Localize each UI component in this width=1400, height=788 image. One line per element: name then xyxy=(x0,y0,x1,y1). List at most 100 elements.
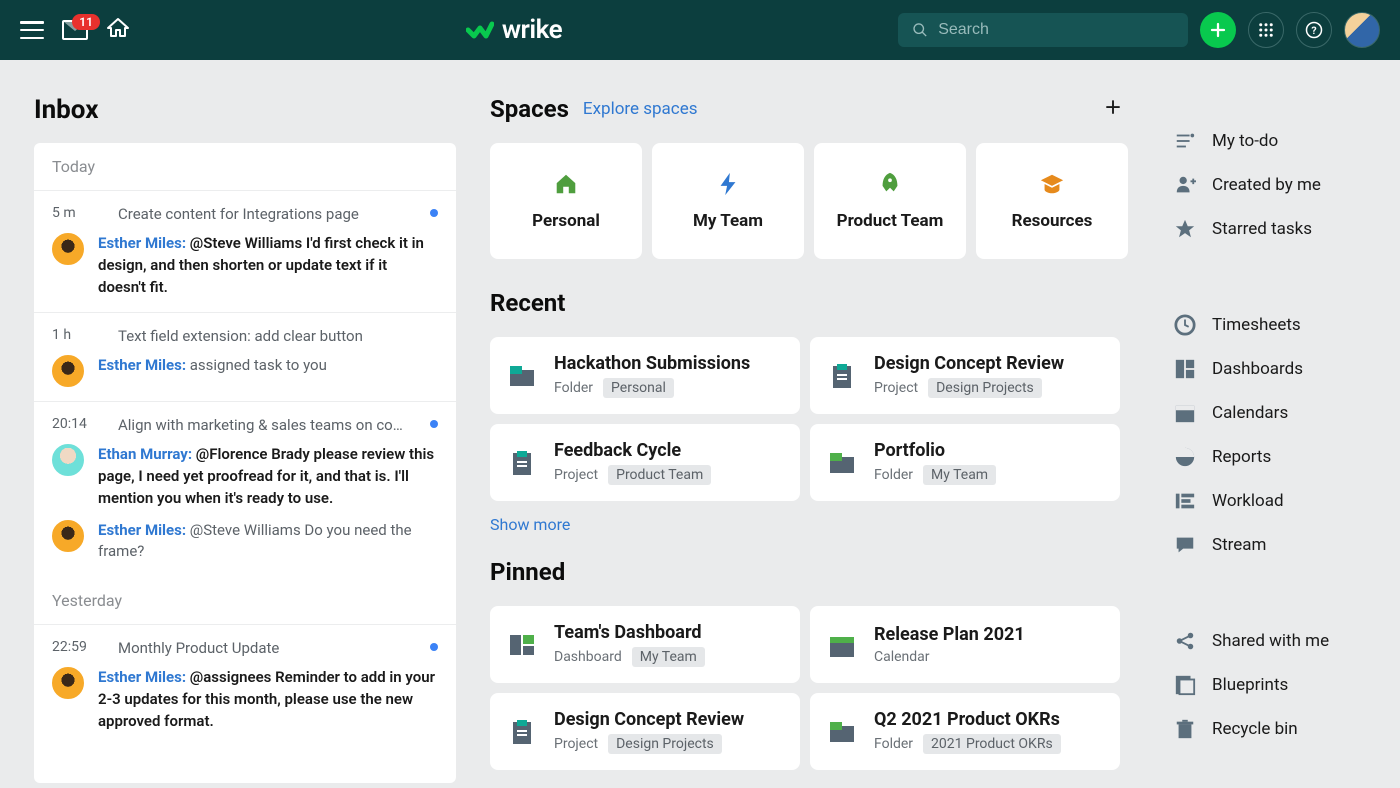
nav-label: Reports xyxy=(1212,447,1271,467)
search-box[interactable] xyxy=(898,13,1188,47)
item-type: Folder xyxy=(874,467,913,483)
inbox-item[interactable]: 22:59 Monthly Product Update Esther Mile… xyxy=(34,624,456,746)
nav-created-by-me[interactable]: Created by me xyxy=(1174,174,1400,196)
unread-dot-icon xyxy=(430,643,438,651)
nav-timesheets[interactable]: Timesheets xyxy=(1174,314,1400,336)
help-button[interactable]: ? xyxy=(1296,12,1332,48)
nav-label: Calendars xyxy=(1212,403,1288,423)
item-info: Portfolio Folder My Team xyxy=(874,440,1102,485)
nav-shared-with-me[interactable]: Shared with me xyxy=(1174,630,1400,652)
clipboard-icon xyxy=(828,362,856,390)
nav-label: Dashboards xyxy=(1212,359,1303,379)
show-more-link[interactable]: Show more xyxy=(490,515,570,534)
nav-icon xyxy=(1174,218,1196,240)
right-nav: My to-do Created by me Starred tasks Tim… xyxy=(1130,60,1400,788)
nav-dashboards[interactable]: Dashboards xyxy=(1174,358,1400,380)
folder-green-icon xyxy=(828,718,856,746)
item-card[interactable]: Design Concept Review Project Design Pro… xyxy=(490,693,800,770)
inbox-button[interactable]: 11 xyxy=(62,20,88,40)
plus-icon xyxy=(1104,98,1122,116)
inbox-subject: Create content for Integrations page xyxy=(118,205,438,223)
user-avatar[interactable] xyxy=(1344,12,1380,48)
header-right: ? xyxy=(898,12,1380,48)
inbox-item[interactable]: 20:14 Align with marketing & sales teams… xyxy=(34,401,456,577)
nav-gap xyxy=(1174,262,1400,292)
explore-spaces-link[interactable]: Explore spaces xyxy=(583,99,698,119)
space-card-my-team[interactable]: My Team xyxy=(652,143,804,259)
help-icon: ? xyxy=(1305,21,1323,39)
item-tag: My Team xyxy=(923,465,996,485)
inbox-item[interactable]: 5 m Create content for Integrations page… xyxy=(34,190,456,312)
nav-icon xyxy=(1174,314,1196,336)
inbox-subject: Monthly Product Update xyxy=(118,639,438,657)
rocket-icon xyxy=(877,171,903,197)
space-name: Resources xyxy=(1012,211,1093,231)
item-info: Q2 2021 Product OKRs Folder 2021 Product… xyxy=(874,709,1102,754)
folder-green-icon xyxy=(828,449,856,477)
nav-calendars[interactable]: Calendars xyxy=(1174,402,1400,424)
item-title: Portfolio xyxy=(874,440,1102,461)
item-card[interactable]: Q2 2021 Product OKRs Folder 2021 Product… xyxy=(810,693,1120,770)
avatar-icon xyxy=(52,233,84,265)
nav-icon xyxy=(1174,174,1196,196)
nav-icon xyxy=(1174,402,1196,424)
nav-label: Starred tasks xyxy=(1212,219,1312,239)
inbox-item[interactable]: 1 h Text field extension: add clear butt… xyxy=(34,312,456,401)
item-meta: Calendar xyxy=(874,649,1102,665)
hamburger-menu-icon[interactable] xyxy=(20,21,44,39)
avatar-icon xyxy=(52,444,84,476)
brand-logo: wrike xyxy=(466,15,562,45)
space-name: Personal xyxy=(532,211,600,231)
item-card[interactable]: Feedback Cycle Project Product Team xyxy=(490,424,800,501)
add-space-button[interactable] xyxy=(1104,98,1122,120)
apps-button[interactable] xyxy=(1248,12,1284,48)
inbox-time: 1 h xyxy=(52,327,94,345)
inbox-time: 5 m xyxy=(52,205,94,223)
recent-title: Recent xyxy=(490,289,565,317)
pinned-title: Pinned xyxy=(490,558,565,586)
space-card-product-team[interactable]: Product Team xyxy=(814,143,966,259)
inbox-card: Today 5 m Create content for Integration… xyxy=(34,143,456,783)
nav-icon xyxy=(1174,130,1196,152)
space-name: My Team xyxy=(693,211,763,231)
item-tag: My Team xyxy=(632,647,705,667)
item-title: Feedback Cycle xyxy=(554,440,782,461)
item-card[interactable]: Release Plan 2021 Calendar xyxy=(810,606,1120,683)
search-input[interactable] xyxy=(938,21,1174,39)
recent-grid: Hackathon Submissions Folder Personal De… xyxy=(490,337,1130,501)
apps-grid-icon xyxy=(1257,21,1275,39)
nav-icon xyxy=(1174,446,1196,468)
message-author: Ethan Murray: xyxy=(98,445,192,463)
message-text: Ethan Murray: @Florence Brady please rev… xyxy=(98,444,438,509)
message-text: Esther Miles: @assignees Reminder to add… xyxy=(98,667,438,732)
nav-recycle-bin[interactable]: Recycle bin xyxy=(1174,718,1400,740)
nav-starred-tasks[interactable]: Starred tasks xyxy=(1174,218,1400,240)
inbox-time: 22:59 xyxy=(52,639,94,657)
nav-reports[interactable]: Reports xyxy=(1174,446,1400,468)
item-card[interactable]: Design Concept Review Project Design Pro… xyxy=(810,337,1120,414)
item-card[interactable]: Team's Dashboard Dashboard My Team xyxy=(490,606,800,683)
home-icon[interactable] xyxy=(106,16,130,44)
nav-workload[interactable]: Workload xyxy=(1174,490,1400,512)
inbox-message: Esther Miles: @Steve Williams Do you nee… xyxy=(52,520,438,564)
nav-label: Recycle bin xyxy=(1212,719,1298,739)
item-card[interactable]: Hackathon Submissions Folder Personal xyxy=(490,337,800,414)
item-card[interactable]: Portfolio Folder My Team xyxy=(810,424,1120,501)
inbox-badge: 11 xyxy=(72,14,100,30)
nav-label: Created by me xyxy=(1212,175,1321,195)
clipboard-icon xyxy=(508,449,536,477)
item-tag: Personal xyxy=(603,378,674,398)
space-card-personal[interactable]: Personal xyxy=(490,143,642,259)
spaces-title: Spaces xyxy=(490,95,569,123)
logo-check-icon xyxy=(466,18,494,42)
inbox-panel: Inbox Today 5 m Create content for Integ… xyxy=(0,60,490,788)
nav-blueprints[interactable]: Blueprints xyxy=(1174,674,1400,696)
create-button[interactable] xyxy=(1200,12,1236,48)
space-card-resources[interactable]: Resources xyxy=(976,143,1128,259)
nav-icon xyxy=(1174,630,1196,652)
nav-stream[interactable]: Stream xyxy=(1174,534,1400,556)
inbox-meta: 5 m Create content for Integrations page xyxy=(52,205,438,223)
item-title: Team's Dashboard xyxy=(554,622,782,643)
message-author: Esther Miles: xyxy=(98,356,186,374)
nav-my-to-do[interactable]: My to-do xyxy=(1174,130,1400,152)
